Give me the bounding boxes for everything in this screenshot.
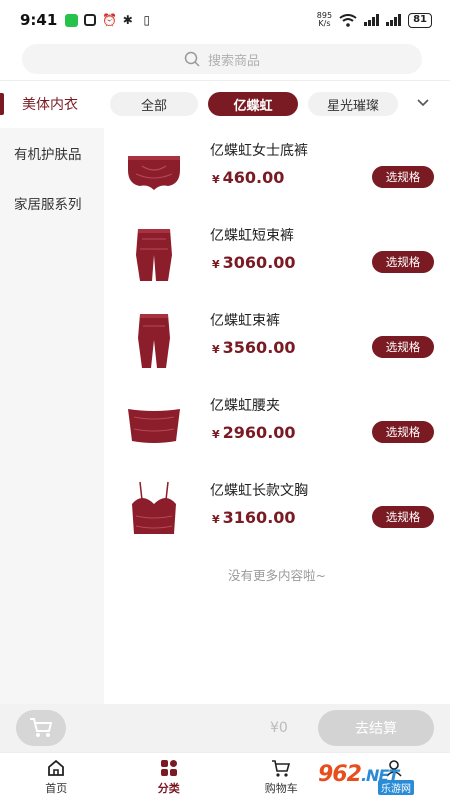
product-name: 亿蝶虹女士底裤: [210, 143, 308, 159]
product-name: 亿蝶虹束裤: [210, 313, 280, 329]
left-category-column: 有机护肤品 家居服系列: [0, 128, 104, 704]
product-name: 亿蝶虹腰夹: [210, 398, 280, 414]
checkout-button[interactable]: 去结算: [318, 710, 434, 746]
net-speed-unit: K/s: [318, 19, 331, 28]
tab-category-label: 分类: [157, 781, 180, 795]
status-bar: 9:41 ⏰ ✱ ▯ 895 K/s 81: [0, 0, 450, 40]
product-image-briefs: [128, 156, 180, 190]
select-spec-button[interactable]: 选规格: [372, 421, 434, 443]
cart-icon: [272, 759, 291, 777]
select-spec-button[interactable]: 选规格: [372, 251, 434, 273]
left-category-label: 美体内衣: [22, 97, 78, 113]
category-row: 美体内衣 全部 亿蝶虹 星光璀璨: [0, 84, 450, 124]
product-name: 亿蝶虹长款文胸: [210, 483, 308, 499]
tab-all[interactable]: 全部: [110, 92, 198, 116]
watermark-subtitle: 乐游网: [378, 780, 414, 795]
product-item[interactable]: 亿蝶虹短束裤 ¥3060.00 选规格: [104, 213, 450, 298]
category-icon: [160, 759, 177, 776]
product-image-long-bra: [132, 481, 176, 534]
product-item[interactable]: 亿蝶虹腰夹 ¥2960.00 选规格: [104, 383, 450, 468]
tab-xingguang[interactable]: 星光璀璨: [308, 92, 398, 116]
tab-category[interactable]: 分类: [113, 753, 226, 800]
wifi-icon: [339, 13, 357, 27]
tab-yidiehong[interactable]: 亿蝶虹: [208, 92, 298, 116]
product-name: 亿蝶虹短束裤: [210, 228, 294, 244]
alarm-icon: ⏰: [102, 12, 118, 27]
left-category-active[interactable]: 美体内衣: [0, 84, 104, 124]
product-price: ¥3160.00: [212, 508, 296, 527]
no-more-content-text: 没有更多内容啦~: [228, 568, 326, 583]
product-price: ¥3560.00: [212, 338, 296, 357]
product-item[interactable]: 亿蝶虹束裤 ¥3560.00 选规格: [104, 298, 450, 383]
product-price: ¥2960.00: [212, 423, 296, 442]
product-price: ¥3060.00: [212, 253, 296, 272]
chevron-down-icon[interactable]: [416, 96, 430, 110]
signal-icon: [364, 14, 380, 26]
product-item[interactable]: 亿蝶虹女士底裤 ¥460.00 选规格: [104, 128, 450, 213]
status-time: 9:41: [20, 11, 58, 29]
signal-icon-2: [386, 14, 402, 26]
battery-indicator: 81: [408, 12, 432, 28]
checkout-label: 去结算: [355, 721, 397, 737]
net-speed: 895 K/s: [317, 12, 332, 28]
status-left-icons: ⏰ ✱ ▯: [65, 12, 153, 27]
search-icon: [184, 51, 200, 67]
select-spec-button[interactable]: 选规格: [372, 166, 434, 188]
product-image-short-shaper: [136, 229, 172, 281]
select-spec-button[interactable]: 选规格: [372, 506, 434, 528]
product-price: ¥460.00: [212, 168, 285, 187]
nfc-icon: [84, 14, 97, 26]
site-watermark: 962.NET 乐游网: [318, 750, 446, 798]
tab-home-label: 首页: [45, 781, 68, 795]
tab-yidiehong-label: 亿蝶虹: [233, 98, 273, 114]
product-image-waist-cincher: [128, 409, 180, 443]
tab-all-label: 全部: [140, 98, 167, 114]
vibrate-icon: ▯: [143, 12, 151, 27]
home-icon: [48, 759, 65, 776]
left-category-label: 家居服系列: [14, 197, 82, 213]
product-item[interactable]: 亿蝶虹长款文胸 ¥3160.00 选规格: [104, 468, 450, 553]
header-divider: [0, 80, 450, 81]
left-category-label: 有机护肤品: [14, 147, 82, 163]
status-right-icons: 895 K/s 81: [317, 12, 432, 28]
cart-icon: [30, 718, 53, 737]
bluetooth-icon: ✱: [122, 12, 133, 27]
search-bar[interactable]: 搜索商品: [22, 44, 422, 74]
cart-bar: ¥0 去结算: [0, 704, 450, 752]
tab-home[interactable]: 首页: [0, 753, 113, 800]
tab-cart-label: 购物车: [264, 781, 298, 795]
wechat-icon: [65, 13, 79, 27]
select-spec-button[interactable]: 选规格: [372, 336, 434, 358]
product-list: 亿蝶虹女士底裤 ¥460.00 选规格 亿蝶虹短束裤 ¥3060.00 选规格 …: [104, 128, 450, 553]
cart-total: ¥0: [270, 720, 288, 736]
tab-xingguang-label: 星光璀璨: [326, 98, 379, 114]
search-placeholder: 搜索商品: [207, 53, 260, 69]
product-image-shaper: [138, 314, 170, 368]
left-category-homewear[interactable]: 家居服系列: [0, 178, 104, 228]
left-category-skincare[interactable]: 有机护肤品: [0, 128, 104, 178]
cart-button[interactable]: [16, 710, 66, 746]
